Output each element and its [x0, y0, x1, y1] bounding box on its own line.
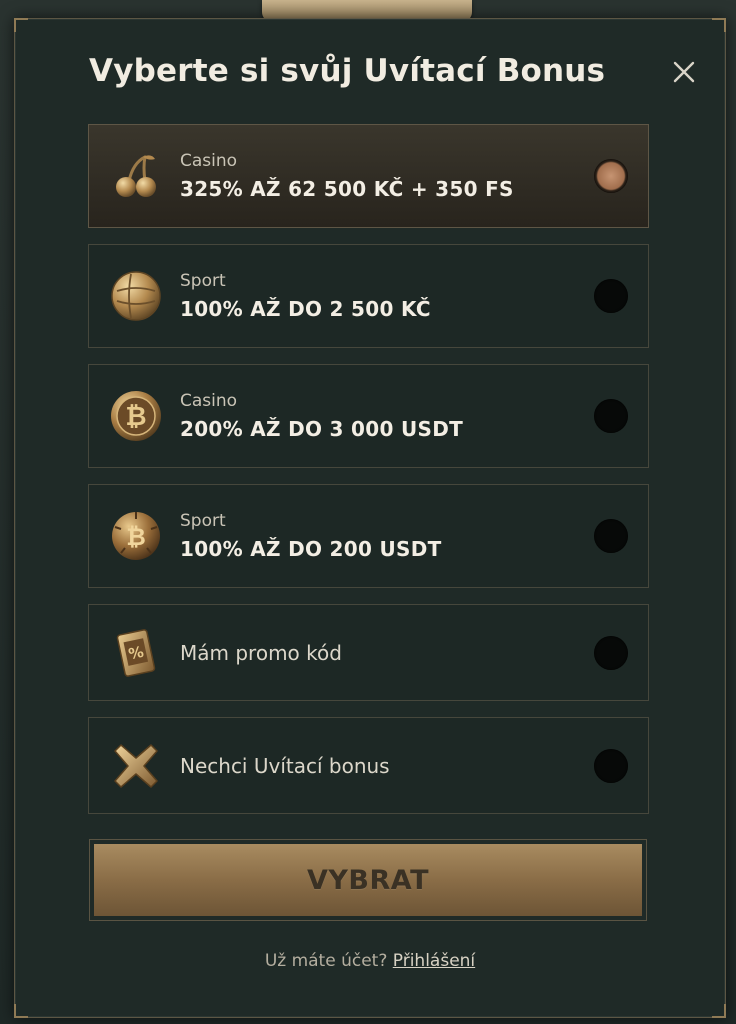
bonus-option-casino-200[interactable]: ₿ Casino 200% AŽ DO 3 000 USDT — [88, 364, 649, 468]
option-category: Sport — [180, 271, 226, 291]
option-category: Casino — [180, 391, 238, 411]
option-text: Nechci Uvítací bonus — [180, 754, 390, 778]
option-value: 200% AŽ DO 3 000 USDT — [180, 417, 464, 441]
promo-ticket-icon: % — [109, 626, 163, 680]
bonus-options-list: Casino 325% AŽ 62 500 KČ + 350 FS Sport … — [88, 124, 649, 830]
option-label: Nechci Uvítací bonus — [180, 753, 390, 778]
select-button[interactable]: VYBRAT — [94, 844, 642, 916]
bonus-option-no-bonus[interactable]: Nechci Uvítací bonus — [88, 717, 649, 814]
soccer-ball-icon — [109, 269, 163, 323]
login-prompt-text: Už máte účet? — [264, 951, 388, 971]
radio-button-selected[interactable] — [594, 159, 628, 193]
corner-ornament — [712, 1004, 726, 1018]
option-category: Sport — [180, 511, 226, 531]
bonus-option-promo-code[interactable]: % Mám promo kód — [88, 604, 649, 701]
bitcoin-coin-icon: ₿ — [109, 389, 163, 443]
bonus-option-sport-usdt[interactable]: ₿ Sport 100% AŽ DO 200 USDT — [88, 484, 649, 588]
close-icon[interactable] — [671, 59, 697, 85]
welcome-bonus-modal: Vyberte si svůj Uvítací Bonus Casino 325… — [14, 18, 726, 1018]
radio-button[interactable] — [594, 399, 628, 433]
login-link[interactable]: Přihlášení — [393, 951, 475, 971]
cta-frame: VYBRAT — [89, 839, 647, 921]
modal-title: Vyberte si svůj Uvítací Bonus — [89, 53, 606, 89]
svg-text:₿: ₿ — [126, 523, 146, 551]
page: Vyberte si svůj Uvítací Bonus Casino 325… — [0, 0, 736, 1024]
cross-icon — [109, 739, 163, 793]
bonus-option-casino-325[interactable]: Casino 325% AŽ 62 500 KČ + 350 FS — [88, 124, 649, 228]
bitcoin-ball-icon: ₿ — [109, 509, 163, 563]
svg-text:₿: ₿ — [125, 402, 146, 432]
radio-button[interactable] — [594, 635, 628, 670]
bonus-option-sport-100[interactable]: Sport 100% AŽ DO 2 500 KČ — [88, 244, 649, 348]
option-text: Sport 100% AŽ DO 200 USDT — [180, 511, 442, 561]
option-value: 100% AŽ DO 2 500 KČ — [180, 297, 431, 321]
option-value: 325% AŽ 62 500 KČ + 350 FS — [180, 177, 514, 201]
option-text: Casino 200% AŽ DO 3 000 USDT — [180, 391, 463, 441]
cherries-icon — [109, 149, 163, 203]
corner-ornament — [712, 18, 726, 32]
option-text: Sport 100% AŽ DO 2 500 KČ — [180, 271, 431, 321]
login-prompt: Už máte účet? Přihlášení — [15, 951, 725, 971]
option-text: Mám promo kód — [180, 641, 342, 665]
option-value: 100% AŽ DO 200 USDT — [180, 537, 442, 561]
corner-ornament — [14, 18, 28, 32]
option-label: Mám promo kód — [180, 640, 342, 665]
radio-button[interactable] — [594, 748, 628, 783]
option-category: Casino — [180, 151, 238, 171]
radio-button[interactable] — [594, 279, 628, 313]
radio-button[interactable] — [594, 519, 628, 553]
corner-ornament — [14, 1004, 28, 1018]
option-text: Casino 325% AŽ 62 500 KČ + 350 FS — [180, 151, 514, 201]
